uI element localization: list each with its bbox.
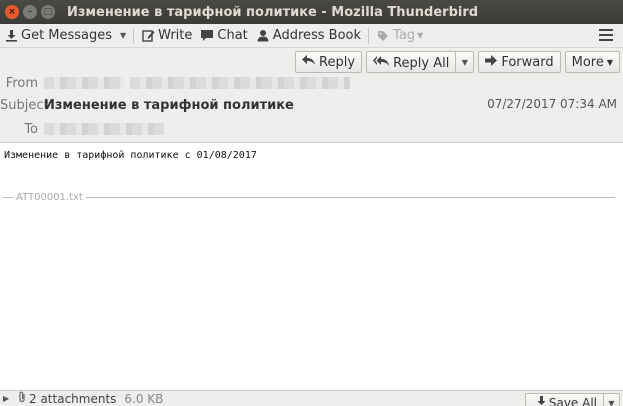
separator-line — [85, 197, 615, 198]
attachment-separator: ATT00001.txt — [3, 192, 615, 203]
download-icon — [4, 29, 18, 43]
tag-button[interactable]: Tag ▼ — [372, 25, 427, 47]
header-actions: Reply Reply All ▼ Forward More ▼ — [295, 51, 620, 73]
hamburger-line — [599, 29, 613, 31]
title-bar: × – □ Изменение в тарифной политике - Mo… — [0, 0, 623, 24]
reply-label: Reply — [319, 54, 356, 70]
reply-all-split-button: Reply All ▼ — [366, 51, 475, 74]
to-row: To — [0, 120, 164, 138]
window-maximize-button[interactable]: □ — [41, 5, 55, 19]
message-date: 07/27/2017 07:34 AM — [487, 97, 617, 111]
chat-button[interactable]: Chat — [196, 25, 251, 47]
paperclip-icon — [17, 391, 27, 406]
reply-all-dropdown[interactable]: ▼ — [455, 52, 473, 72]
reply-all-arrow-icon — [373, 56, 390, 70]
from-row: From — [0, 74, 350, 92]
more-button[interactable]: More ▼ — [564, 51, 620, 73]
forward-arrow-icon — [485, 55, 498, 69]
tag-label: Tag — [393, 28, 416, 43]
window-minimize-button[interactable]: – — [23, 5, 37, 19]
attachment-bar: ▶ 2 attachments 6.0 KB Save All ▼ — [0, 390, 623, 406]
body-text: Изменение в тарифной политике с 01/08/20… — [4, 150, 257, 161]
reply-all-button[interactable]: Reply All — [367, 52, 455, 74]
attachment-size: 6.0 KB — [124, 391, 164, 406]
address-book-label: Address Book — [272, 28, 362, 43]
contact-icon — [256, 29, 270, 43]
inline-attachment-name: ATT00001.txt — [16, 192, 83, 203]
subject-value: Изменение в тарифной политике — [44, 97, 294, 113]
get-messages-button[interactable]: Get Messages — [0, 25, 116, 47]
toolbar-separator — [133, 27, 135, 44]
toolbar-separator — [368, 27, 370, 44]
reply-arrow-icon — [302, 55, 316, 69]
write-label: Write — [158, 28, 193, 43]
from-label: From — [5, 75, 38, 91]
window-title: Изменение в тарифной политике - Mozilla … — [67, 4, 479, 20]
window-close-button[interactable]: × — [5, 5, 19, 19]
subject-label: Subject — [0, 97, 49, 113]
address-book-button[interactable]: Address Book — [252, 25, 365, 47]
subject-row: Subject Изменение в тарифной политике — [0, 96, 294, 114]
more-label: More — [571, 54, 604, 70]
save-all-split-button: Save All ▼ — [524, 393, 620, 406]
to-label: To — [24, 121, 38, 137]
save-all-label: Save All — [548, 396, 597, 406]
get-messages-dropdown[interactable]: ▼ — [116, 25, 130, 47]
to-address-redacted — [44, 123, 164, 135]
app-menu-button[interactable] — [599, 28, 613, 42]
reply-button[interactable]: Reply — [295, 51, 363, 73]
separator-line — [3, 197, 13, 198]
save-all-dropdown[interactable]: ▼ — [603, 394, 619, 406]
from-name-redacted — [44, 77, 124, 89]
chat-bubble-icon — [200, 29, 214, 43]
window-controls: × – □ — [5, 5, 55, 19]
hamburger-line — [599, 34, 613, 36]
save-download-icon — [536, 396, 547, 406]
more-dropdown-arrow: ▼ — [606, 57, 613, 67]
message-body: Изменение в тарифной политике с 01/08/20… — [0, 143, 623, 390]
tag-icon — [376, 29, 390, 43]
pencil-icon — [141, 29, 155, 43]
reply-all-label: Reply All — [393, 55, 450, 71]
from-address-redacted — [130, 77, 350, 89]
forward-button[interactable]: Forward — [478, 51, 561, 73]
get-messages-label: Get Messages — [21, 28, 113, 43]
message-header: Reply Reply All ▼ Forward More ▼ From Su… — [0, 48, 623, 143]
hamburger-line — [599, 39, 613, 41]
attachment-toggle-twisty[interactable]: ▶ — [3, 394, 13, 403]
main-toolbar: Get Messages ▼ Write Chat Address Book T… — [0, 24, 623, 48]
forward-label: Forward — [501, 54, 554, 70]
save-all-button[interactable]: Save All — [526, 394, 603, 406]
chat-label: Chat — [217, 28, 248, 43]
write-button[interactable]: Write — [137, 25, 196, 47]
attachment-count[interactable]: 2 attachments — [29, 392, 116, 406]
tag-dropdown-arrow: ▼ — [417, 31, 424, 40]
